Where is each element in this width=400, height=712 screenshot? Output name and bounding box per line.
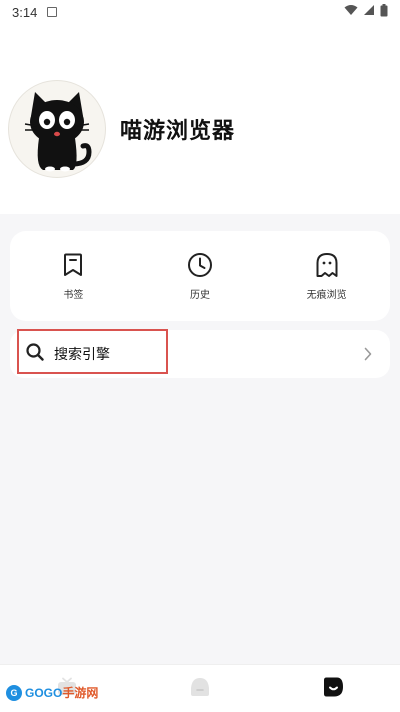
status-time: 3:14 xyxy=(12,4,38,20)
quick-actions-card: 书签 历史 无痕浏览 xyxy=(10,231,390,321)
profile-header: 喵游浏览器 xyxy=(8,80,235,178)
incognito-button[interactable]: 无痕浏览 xyxy=(272,252,382,301)
nav-tab-profile[interactable] xyxy=(308,669,358,709)
battery-icon xyxy=(380,3,388,21)
incognito-label: 无痕浏览 xyxy=(306,289,347,301)
search-engine-label: 搜索引擎 xyxy=(54,347,110,363)
profile-icon xyxy=(321,676,345,702)
status-bar: 3:14 xyxy=(0,0,400,24)
home-icon xyxy=(189,676,211,702)
bookmarks-button[interactable]: 书签 xyxy=(18,252,128,301)
bookmarks-label: 书签 xyxy=(63,289,84,301)
watermark-brand: GOGO xyxy=(25,686,63,700)
search-icon xyxy=(26,343,44,365)
history-label: 历史 xyxy=(189,289,210,301)
app-avatar[interactable] xyxy=(8,80,106,178)
watermark-suffix: 手游网 xyxy=(62,686,99,700)
watermark-badge-icon: G xyxy=(6,684,22,701)
clock-icon xyxy=(187,252,213,278)
notification-icon xyxy=(47,7,58,17)
app-name: 喵游浏览器 xyxy=(120,119,236,144)
wifi-icon xyxy=(344,4,358,20)
black-cat-icon xyxy=(24,92,92,172)
ghost-icon xyxy=(314,252,340,278)
history-button[interactable]: 历史 xyxy=(145,252,255,301)
chevron-right-icon xyxy=(364,347,372,361)
bookmark-icon xyxy=(60,252,86,278)
search-engine-setting[interactable]: 搜索引擎 xyxy=(10,330,390,378)
watermark-text: GOGO手游网 xyxy=(25,684,98,701)
nav-tab-home[interactable] xyxy=(175,669,225,709)
signal-icon xyxy=(363,4,375,20)
watermark-logo: G GOGO手游网 xyxy=(6,684,98,701)
